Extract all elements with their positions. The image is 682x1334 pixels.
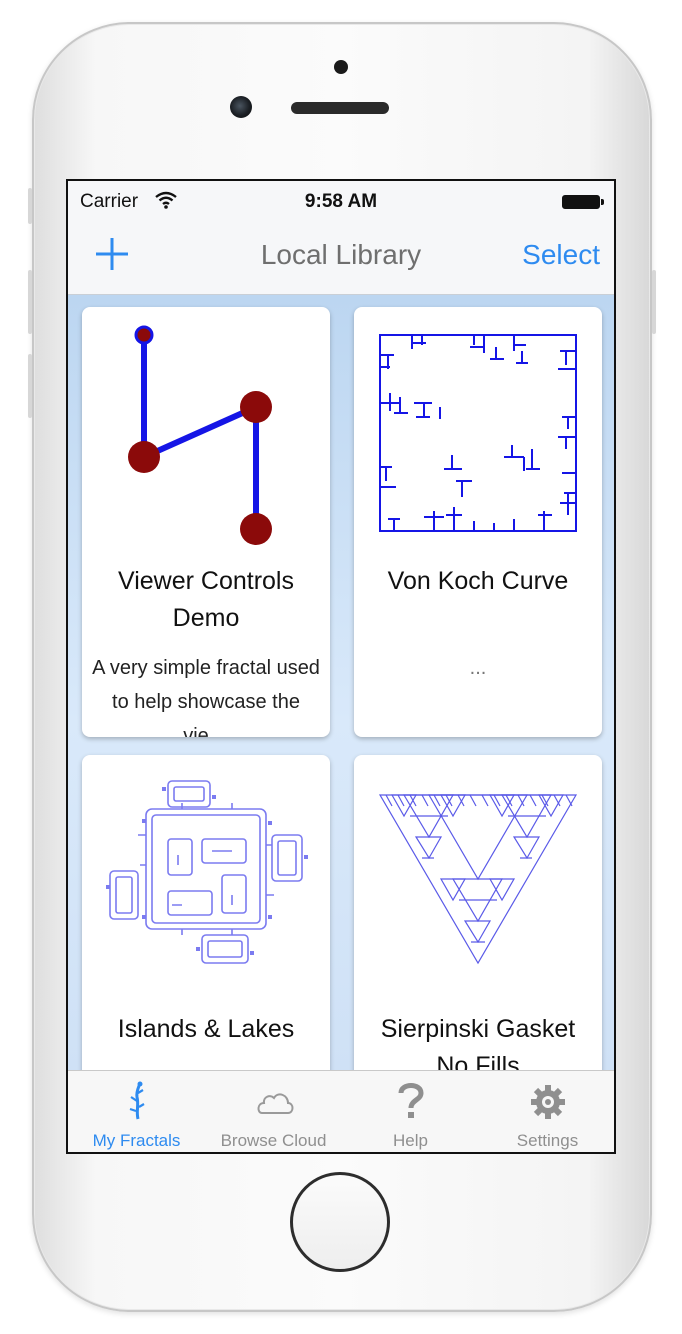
earpiece-speaker [291, 102, 389, 114]
volume-up-button [28, 270, 32, 334]
volume-down-button [28, 354, 32, 418]
tab-browse-cloud[interactable]: Browse Cloud [205, 1071, 342, 1152]
status-time: 9:58 AM [304, 191, 378, 212]
card-description: ... [469, 657, 487, 679]
tab-my-fractals[interactable]: My Fractals [68, 1071, 205, 1152]
tab-label: My Fractals [92, 1131, 181, 1150]
viewer-controls-thumbnail [128, 325, 272, 545]
proximity-sensor [334, 60, 348, 74]
von-koch-thumbnail [379, 334, 577, 532]
card-title: Von Koch Curve [387, 567, 569, 595]
card-title: Islands & Lakes [117, 1015, 295, 1043]
tab-label: Browse Cloud [220, 1131, 327, 1150]
fractal-card-sierpinski-gasket[interactable]: Sierpinski Gasket No Fills [354, 755, 602, 1085]
fractal-card-islands-and-lakes[interactable]: Islands & Lakes [82, 755, 330, 1085]
tab-help[interactable]: Help [342, 1071, 479, 1152]
navigation-bar: Local Library Select [68, 221, 614, 295]
tab-label: Help [393, 1131, 428, 1150]
screen: Carrier 9:58 AM Local Library Select Vie… [66, 179, 616, 1154]
fractal-grid: Viewer Controls Demo A very simple fract… [68, 295, 614, 1085]
fractal-tree-icon [129, 1081, 145, 1120]
tab-bar: My Fractals Browse Cloud Help Settings [68, 1070, 614, 1152]
cloud-icon [257, 1093, 293, 1114]
tab-settings[interactable]: Settings [479, 1071, 614, 1152]
gear-icon [530, 1085, 565, 1119]
card-description: A very simple fractal used to help showc… [92, 657, 320, 737]
front-camera-icon [230, 96, 252, 118]
power-button [652, 270, 656, 334]
sierpinski-thumbnail [378, 794, 578, 965]
status-bar: Carrier 9:58 AM [68, 181, 614, 221]
select-button[interactable]: Select [522, 239, 600, 271]
islands-lakes-thumbnail [106, 780, 308, 964]
question-mark-icon [398, 1083, 424, 1118]
card-title: Viewer Controls Demo [117, 567, 294, 632]
home-button[interactable] [290, 1172, 390, 1272]
battery-icon [562, 195, 604, 209]
fractal-card-viewer-controls-demo[interactable]: Viewer Controls Demo A very simple fract… [82, 307, 330, 737]
fractal-card-von-koch-curve[interactable]: Von Koch Curve ... [354, 307, 602, 737]
tab-label: Settings [516, 1131, 579, 1150]
mute-switch [28, 188, 32, 224]
